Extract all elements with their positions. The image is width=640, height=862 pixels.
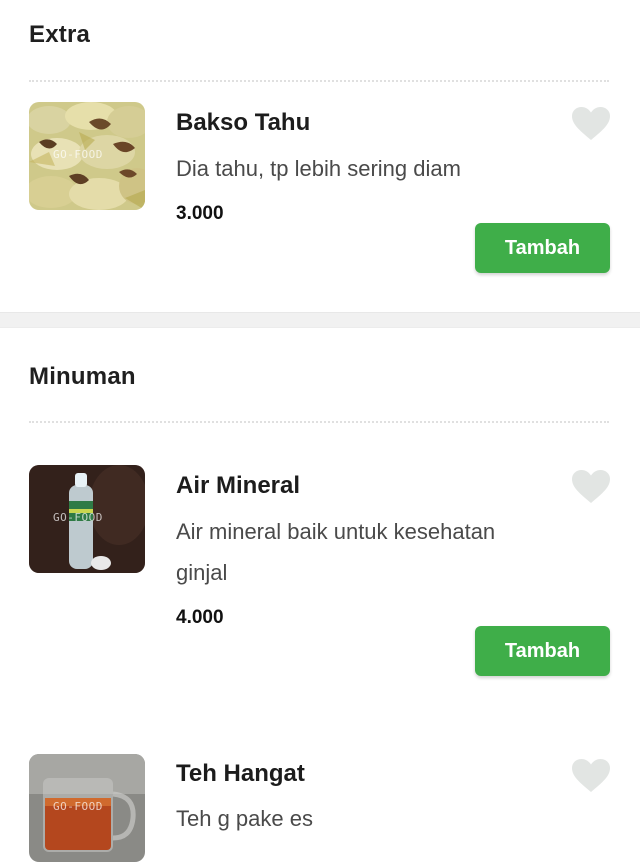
item-name: Air Mineral [176,472,301,499]
item-name: Teh Hangat [176,760,305,787]
item-description: Teh g pake es [176,806,313,831]
heart-icon[interactable] [571,469,611,505]
image-watermark: GO-FOOD [53,511,103,524]
item-price: 4.000 [176,607,224,628]
item-name: Bakso Tahu [176,109,311,136]
menu-item-bakso-tahu[interactable]: GO-FOOD Bakso Tahu Dia tahu, tp lebih se… [0,0,640,312]
menu-item-air-mineral[interactable]: GO-FOOD Air Mineral Air mineral baik unt… [0,328,640,708]
add-button[interactable]: Tambah [475,626,610,676]
section-separator [0,312,640,328]
menu-item-teh-hangat[interactable]: GO-FOOD Teh Hangat Teh g pake es [0,738,640,862]
heart-icon[interactable] [571,758,611,794]
image-watermark: GO-FOOD [53,800,103,813]
section-extra: Extra GO-FOOD Bakso Tahu Dia tahu, tp le… [0,0,640,312]
add-button[interactable]: Tambah [475,223,610,273]
section-minuman: Minuman GO-FOOD Air Mineral Air mineral … [0,328,640,862]
item-price: 3.000 [176,203,224,224]
image-watermark: GO-FOOD [53,148,103,161]
item-image: GO-FOOD [29,465,145,573]
item-image: GO-FOOD [29,754,145,862]
item-description: Dia tahu, tp lebih sering diam [176,156,461,181]
item-description: Air mineral baik untuk kesehatan ginjal [176,519,496,585]
item-image: GO-FOOD [29,102,145,210]
heart-icon[interactable] [571,106,611,142]
